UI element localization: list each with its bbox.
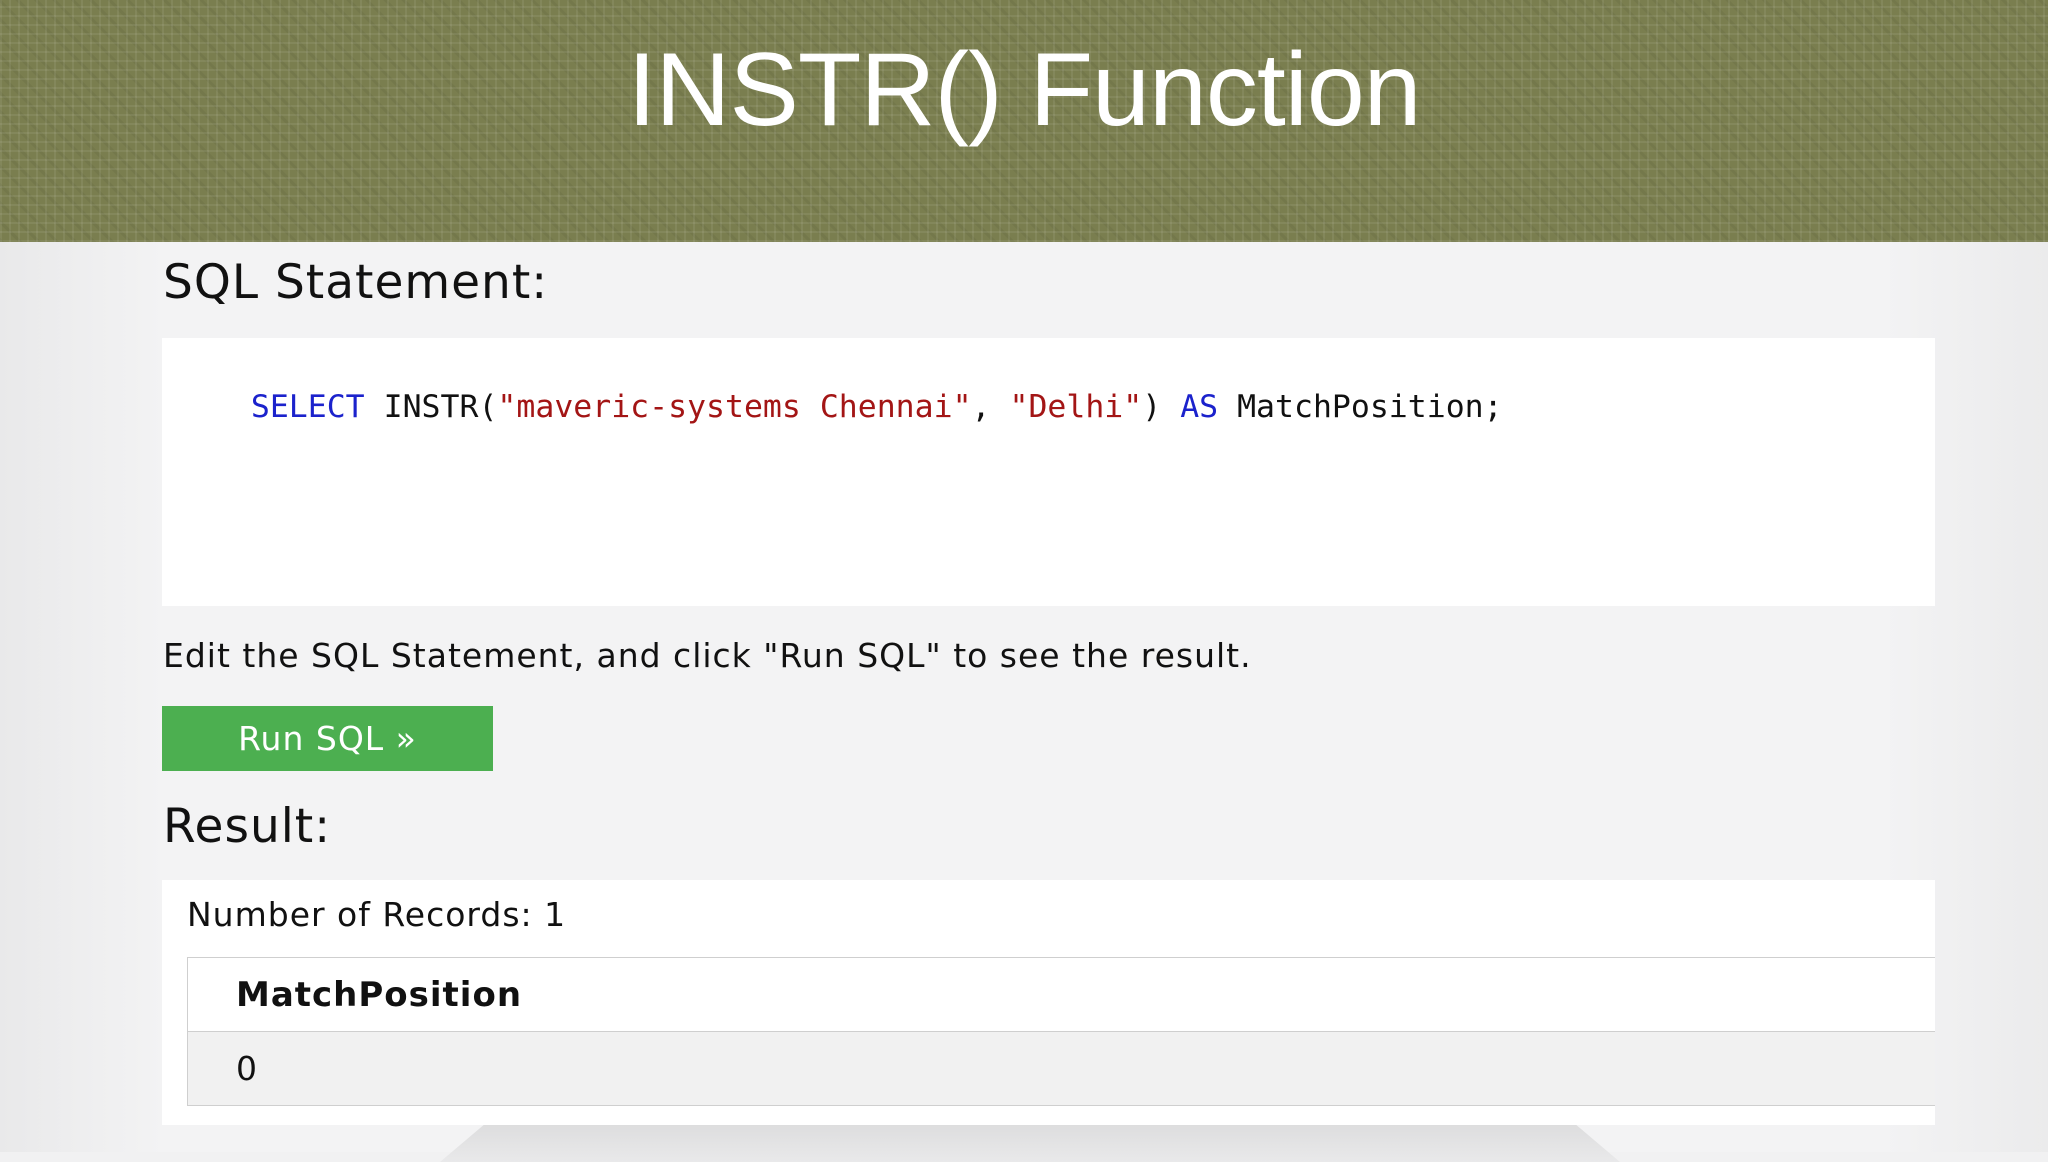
code-token-instr: INSTR( [364,389,498,425]
result-table: MatchPosition 0 [187,957,1935,1106]
table-header-row: MatchPosition [187,957,1935,1032]
title-banner: INSTR() Function [0,0,2048,242]
code-token-alias: MatchPosition; [1218,389,1503,425]
code-token-close-paren: ) [1142,389,1181,425]
records-count: Number of Records: 1 [187,895,567,934]
code-token-string-needle: "Delhi" [1009,389,1143,425]
sql-code-line[interactable]: SELECT INSTR("maveric-systems Chennai", … [175,347,1503,467]
code-token-as: AS [1180,389,1219,425]
run-sql-button[interactable]: Run SQL » [162,706,493,771]
sql-statement-heading: SQL Statement: [163,255,549,310]
edit-hint-text: Edit the SQL Statement, and click "Run S… [163,636,1252,675]
decorative-shape [440,1122,1620,1162]
result-heading: Result: [163,799,332,854]
code-token-comma: , [971,389,1010,425]
code-token-select: SELECT [250,389,365,425]
code-token-string-haystack: "maveric-systems Chennai" [497,389,972,425]
slide-title: INSTR() Function [627,32,1421,148]
table-row: 0 [187,1031,1935,1106]
result-panel: Number of Records: 1 MatchPosition 0 [162,880,1935,1125]
table-cell: 0 [187,1031,1935,1106]
column-header-matchposition: MatchPosition [187,957,1935,1032]
sql-editor[interactable]: SELECT INSTR("maveric-systems Chennai", … [162,338,1935,606]
